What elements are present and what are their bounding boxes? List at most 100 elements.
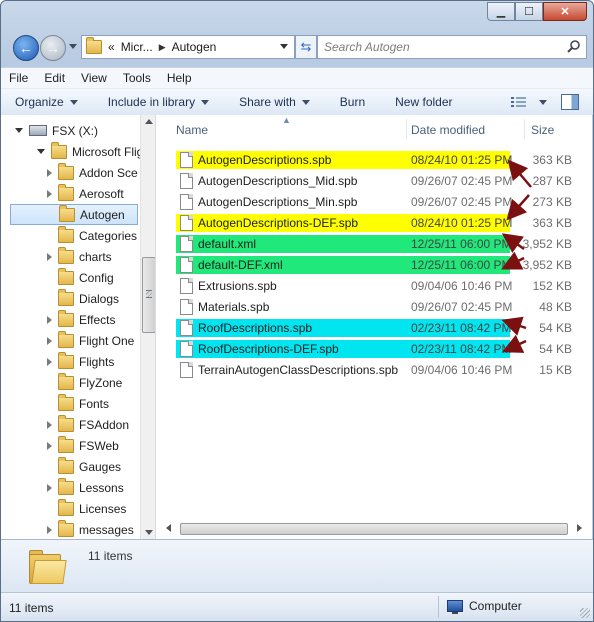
file-row[interactable]: TerrainAutogenClassDescriptions.spb 09/04…	[156, 360, 592, 379]
include-in-library-button[interactable]: Include in library	[108, 95, 210, 109]
file-name: RoofDescriptions-DEF.spb	[198, 342, 339, 356]
scroll-thumb[interactable]	[180, 523, 568, 535]
file-row[interactable]: RoofDescriptions-DEF.spb 02/23/11 08:42 P…	[156, 339, 592, 358]
navigation-pane: FSX (X:) Microsoft Flig Addon Sce Aerosof…	[1, 115, 156, 539]
burn-label: Burn	[339, 95, 366, 109]
file-row[interactable]: AutogenDescriptions_Mid.spb 09/26/07 02:4…	[156, 171, 592, 190]
file-row[interactable]: Extrusions.spb 09/04/06 10:46 PM 152 KB	[156, 276, 592, 295]
file-list: ▲ Name Date modified Size AutogenDescrip…	[156, 115, 592, 539]
column-divider[interactable]	[406, 119, 407, 139]
nav-scrollbar[interactable]	[140, 115, 155, 539]
file-row[interactable]: default-DEF.xml 12/25/11 06:00 PM 3,952 KB	[156, 255, 592, 274]
tree-item-label: Gauges	[79, 459, 122, 474]
tree-item-fsaddon[interactable]: FSAddon	[47, 414, 129, 435]
tree-item-fsweb[interactable]: FSWeb	[47, 435, 119, 456]
menu-edit[interactable]: Edit	[36, 71, 73, 85]
close-button[interactable]: ✕	[543, 2, 587, 21]
address-dropdown-icon[interactable]	[280, 44, 288, 49]
expand-arrow-icon[interactable]	[47, 336, 52, 345]
address-overflow-chevron[interactable]: «	[108, 40, 115, 54]
column-divider[interactable]	[524, 119, 525, 139]
scroll-left-icon[interactable]	[166, 524, 171, 532]
computer-icon	[447, 600, 463, 614]
search-input[interactable]: Search Autogen	[317, 35, 587, 59]
tree-item-flights[interactable]: Flights	[47, 351, 114, 372]
folder-icon	[58, 246, 74, 264]
tree-item-categories[interactable]: Categories	[47, 225, 137, 246]
collapse-arrow-icon[interactable]	[15, 128, 23, 133]
menu-file[interactable]: File	[1, 71, 36, 85]
share-with-button[interactable]: Share with	[239, 95, 310, 109]
breadcrumb-separator-icon[interactable]: ▶	[159, 42, 166, 53]
scroll-right-icon[interactable]	[577, 524, 582, 532]
expand-arrow-icon[interactable]	[47, 420, 52, 429]
tree-item-effects[interactable]: Effects	[47, 309, 115, 330]
tree-item-gauges[interactable]: Gauges	[47, 456, 121, 477]
scroll-thumb[interactable]	[142, 257, 155, 333]
expand-arrow-icon[interactable]	[47, 315, 52, 324]
file-list-hscrollbar[interactable]	[166, 521, 582, 535]
menu-view[interactable]: View	[73, 71, 115, 85]
back-arrow-icon: ←	[19, 40, 33, 56]
search-icon[interactable]	[567, 39, 581, 53]
file-row[interactable]: AutogenDescriptions-DEF.spb 08/24/10 01:2…	[156, 213, 592, 232]
file-row[interactable]: AutogenDescriptions_Min.spb 09/26/07 02:4…	[156, 192, 592, 211]
tree-item-label: Config	[79, 270, 114, 285]
column-date-header[interactable]: Date modified	[411, 123, 485, 137]
tree-item-flyzone[interactable]: FlyZone	[47, 372, 122, 393]
tree-item-licenses[interactable]: Licenses	[47, 498, 126, 519]
file-row[interactable]: Materials.spb 09/26/07 02:45 PM 48 KB	[156, 297, 592, 316]
tree-item-messages[interactable]: messages	[47, 519, 134, 539]
tree-item-addon-sce[interactable]: Addon Sce	[47, 162, 138, 183]
expand-arrow-icon[interactable]	[47, 441, 52, 450]
tree-item-charts[interactable]: charts	[47, 246, 112, 267]
preview-pane-button[interactable]	[561, 94, 579, 110]
resize-grip-icon[interactable]	[580, 608, 590, 618]
minimize-button[interactable]: ▁	[487, 2, 515, 21]
change-view-button[interactable]	[511, 96, 547, 108]
tree-item-dialogs[interactable]: Dialogs	[47, 288, 119, 309]
file-date: 08/24/10 01:25 PM	[411, 216, 513, 230]
tree-item-autogen[interactable]: Autogen	[10, 204, 138, 225]
file-row[interactable]: AutogenDescriptions.spb 08/24/10 01:25 PM…	[156, 150, 592, 169]
tree-item-lessons[interactable]: Lessons	[47, 477, 124, 498]
details-pane: 11 items	[1, 539, 593, 592]
tree-item-microsoft-flight[interactable]: Microsoft Flig	[37, 141, 143, 162]
scroll-grip-icon	[146, 290, 152, 298]
file-name: default-DEF.xml	[198, 258, 283, 272]
maximize-button[interactable]: ☐	[515, 2, 543, 21]
organize-button[interactable]: Organize	[15, 95, 78, 109]
folder-icon	[58, 183, 74, 201]
tree-item-flight-one[interactable]: Flight One	[47, 330, 134, 351]
scroll-down-icon[interactable]	[145, 530, 153, 535]
collapse-arrow-icon[interactable]	[37, 149, 45, 154]
expand-arrow-icon[interactable]	[47, 483, 52, 492]
file-size: 363 KB	[532, 153, 572, 167]
scroll-up-icon[interactable]	[145, 119, 153, 124]
forward-button[interactable]: →	[40, 35, 66, 61]
menu-tools[interactable]: Tools	[115, 71, 159, 85]
column-name-header[interactable]: Name	[176, 123, 208, 137]
new-folder-button[interactable]: New folder	[395, 95, 452, 109]
tree-item-aerosoft[interactable]: Aerosoft	[47, 183, 124, 204]
tree-item-config[interactable]: Config	[47, 267, 114, 288]
file-row[interactable]: RoofDescriptions.spb 02/23/11 08:42 PM 54 …	[156, 318, 592, 337]
expand-arrow-icon[interactable]	[47, 189, 52, 198]
breadcrumb-autogen[interactable]: Autogen	[172, 40, 217, 54]
expand-arrow-icon[interactable]	[47, 357, 52, 366]
expand-arrow-icon[interactable]	[47, 252, 52, 261]
back-button[interactable]: ←	[13, 35, 39, 61]
expand-arrow-icon[interactable]	[47, 168, 52, 177]
burn-button[interactable]: Burn	[340, 95, 365, 109]
column-size-header[interactable]: Size	[531, 123, 554, 137]
tree-item-drive[interactable]: FSX (X:)	[15, 120, 98, 141]
breadcrumb-microsoft[interactable]: Micr...	[121, 40, 153, 54]
menu-help[interactable]: Help	[159, 71, 200, 85]
expand-arrow-icon[interactable]	[47, 525, 52, 534]
address-bar[interactable]: « Micr... ▶ Autogen	[81, 35, 295, 59]
tree-item-fonts[interactable]: Fonts	[47, 393, 109, 414]
refresh-icon: ⇆	[300, 39, 312, 54]
recent-pages-dropdown-icon[interactable]	[69, 44, 77, 49]
file-row[interactable]: default.xml 12/25/11 06:00 PM 3,952 KB	[156, 234, 592, 253]
refresh-button[interactable]: ⇆	[295, 35, 317, 59]
